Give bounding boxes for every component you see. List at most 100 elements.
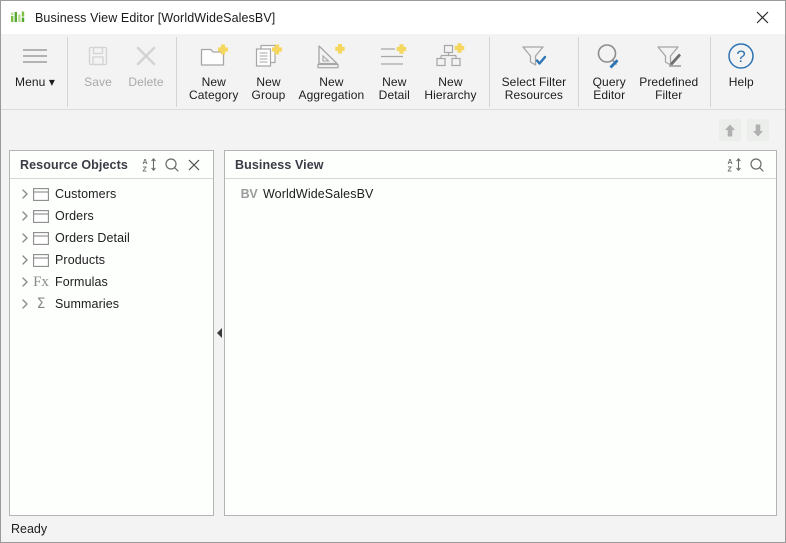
tree-item-label: Formulas [55, 275, 108, 289]
new-hierarchy-button-label: New Hierarchy [424, 75, 477, 102]
sigma-icon: Σ [36, 296, 46, 312]
svg-text:?: ? [737, 47, 746, 66]
bv-icon: BV [240, 186, 258, 201]
collapse-left-icon[interactable] [216, 328, 222, 338]
tree-item-orders[interactable]: Orders [10, 205, 213, 227]
delete-button[interactable]: Delete [122, 34, 170, 106]
new-aggregation-button[interactable]: New Aggregation [292, 34, 370, 106]
tree-item-summaries[interactable]: Σ Summaries [10, 293, 213, 315]
toolbar-separator [175, 37, 177, 107]
tree-item-label: Products [55, 253, 106, 267]
close-icon [756, 11, 769, 24]
business-view-editor-window: Business View Editor [WorldWideSalesBV] … [0, 0, 786, 543]
resource-objects-title: Resource Objects [20, 157, 128, 172]
new-hierarchy-button[interactable]: New Hierarchy [418, 34, 482, 106]
table-icon [31, 249, 51, 271]
predefined-filter-button[interactable]: Predefined Filter [633, 34, 704, 106]
status-text: Ready [11, 522, 48, 536]
search-icon[interactable] [161, 154, 183, 176]
hamburger-icon [20, 39, 50, 73]
resource-objects-header: Resource Objects A Z [10, 151, 213, 179]
triangle-ruler-plus-icon [314, 39, 348, 73]
svg-text:A: A [728, 159, 733, 166]
resource-objects-tree[interactable]: Customers Orders Orders Detail Products … [10, 179, 213, 515]
business-view-panel: Business View A Z BV WorldWideSalesBV [224, 150, 777, 516]
toolbar-separator [488, 37, 490, 107]
floppy-disk-icon [84, 39, 112, 73]
hierarchy-plus-icon [433, 39, 467, 73]
bar-chart-icon [10, 10, 26, 26]
close-icon[interactable] [183, 154, 205, 176]
panel-splitter[interactable] [214, 150, 224, 516]
sort-az-icon[interactable]: A Z [724, 154, 746, 176]
table-icon [31, 227, 51, 249]
chevron-right-icon[interactable] [18, 249, 31, 271]
business-view-title: Business View [235, 157, 324, 172]
select-filter-resources-button[interactable]: Select Filter Resources [496, 34, 573, 106]
svg-text:A: A [143, 159, 148, 166]
select-filter-resources-button-label: Select Filter Resources [501, 75, 567, 102]
table-icon [31, 183, 51, 205]
arrow-down-icon [753, 124, 763, 136]
title-bar: Business View Editor [WorldWideSalesBV] [1, 1, 785, 34]
toolbar-separator [578, 37, 580, 107]
new-aggregation-button-label: New Aggregation [298, 75, 365, 102]
sort-az-icon[interactable]: A Z [139, 154, 161, 176]
help-button[interactable]: ? Help [717, 34, 765, 106]
help-button-label: Help [728, 75, 754, 89]
chevron-right-icon[interactable] [18, 293, 31, 315]
panels-container: Resource Objects A Z Customers Orders Or… [1, 150, 785, 516]
tree-item-label: Customers [55, 187, 117, 201]
status-bar: Ready [1, 516, 785, 542]
business-view-header: Business View A Z [225, 151, 776, 179]
tree-item-formulas[interactable]: Fx Formulas [10, 271, 213, 293]
new-group-button-label: New Group [251, 75, 286, 102]
documents-plus-icon [252, 39, 284, 73]
tree-item-products[interactable]: Products [10, 249, 213, 271]
new-detail-button[interactable]: New Detail [370, 34, 418, 106]
delete-button-label: Delete [128, 75, 164, 89]
new-category-button-label: New Category [188, 75, 239, 102]
funnel-pencil-icon [653, 39, 685, 73]
close-window-button[interactable] [740, 1, 785, 34]
move-buttons-bar [1, 110, 785, 150]
chevron-right-icon[interactable] [18, 183, 31, 205]
save-button[interactable]: Save [74, 34, 122, 106]
arrow-up-icon [725, 124, 735, 136]
move-up-button[interactable] [719, 119, 741, 141]
search-icon[interactable] [746, 154, 768, 176]
tree-item-label: Summaries [55, 297, 120, 311]
magnifier-pencil-icon [593, 39, 625, 73]
tree-item-worldwidesalesbv[interactable]: BV WorldWideSalesBV [225, 183, 776, 205]
fx-icon: Fx [33, 273, 49, 290]
predefined-filter-button-label: Predefined Filter [639, 75, 699, 102]
table-icon [31, 205, 51, 227]
window-title: Business View Editor [WorldWideSalesBV] [35, 10, 276, 25]
chevron-right-icon[interactable] [18, 271, 31, 293]
new-category-button[interactable]: New Category [183, 34, 245, 106]
business-view-tree[interactable]: BV WorldWideSalesBV [225, 179, 776, 515]
toolbar: Menu ▾ Save Delete New Category New Grou… [1, 34, 785, 110]
folder-plus-icon [198, 39, 230, 73]
x-cross-icon [132, 39, 160, 73]
funnel-check-icon [518, 39, 550, 73]
resource-objects-panel: Resource Objects A Z Customers Orders Or… [9, 150, 214, 516]
tree-item-label: Orders [55, 209, 94, 223]
query-editor-button-label: Query Editor [592, 75, 626, 102]
lines-plus-icon [377, 39, 411, 73]
move-down-button[interactable] [747, 119, 769, 141]
tree-item-orders-detail[interactable]: Orders Detail [10, 227, 213, 249]
new-group-button[interactable]: New Group [244, 34, 292, 106]
menu-button-label: Menu ▾ [15, 75, 55, 89]
tree-item-label: Orders Detail [55, 231, 130, 245]
toolbar-separator [710, 37, 712, 107]
chevron-right-icon[interactable] [18, 205, 31, 227]
query-editor-button[interactable]: Query Editor [585, 34, 633, 106]
toolbar-separator [66, 37, 68, 107]
tree-item-customers[interactable]: Customers [10, 183, 213, 205]
question-circle-icon: ? [726, 39, 756, 73]
svg-text:Z: Z [143, 166, 148, 173]
chevron-right-icon[interactable] [18, 227, 31, 249]
menu-button[interactable]: Menu ▾ [9, 34, 61, 106]
tree-item-label: WorldWideSalesBV [263, 187, 374, 201]
